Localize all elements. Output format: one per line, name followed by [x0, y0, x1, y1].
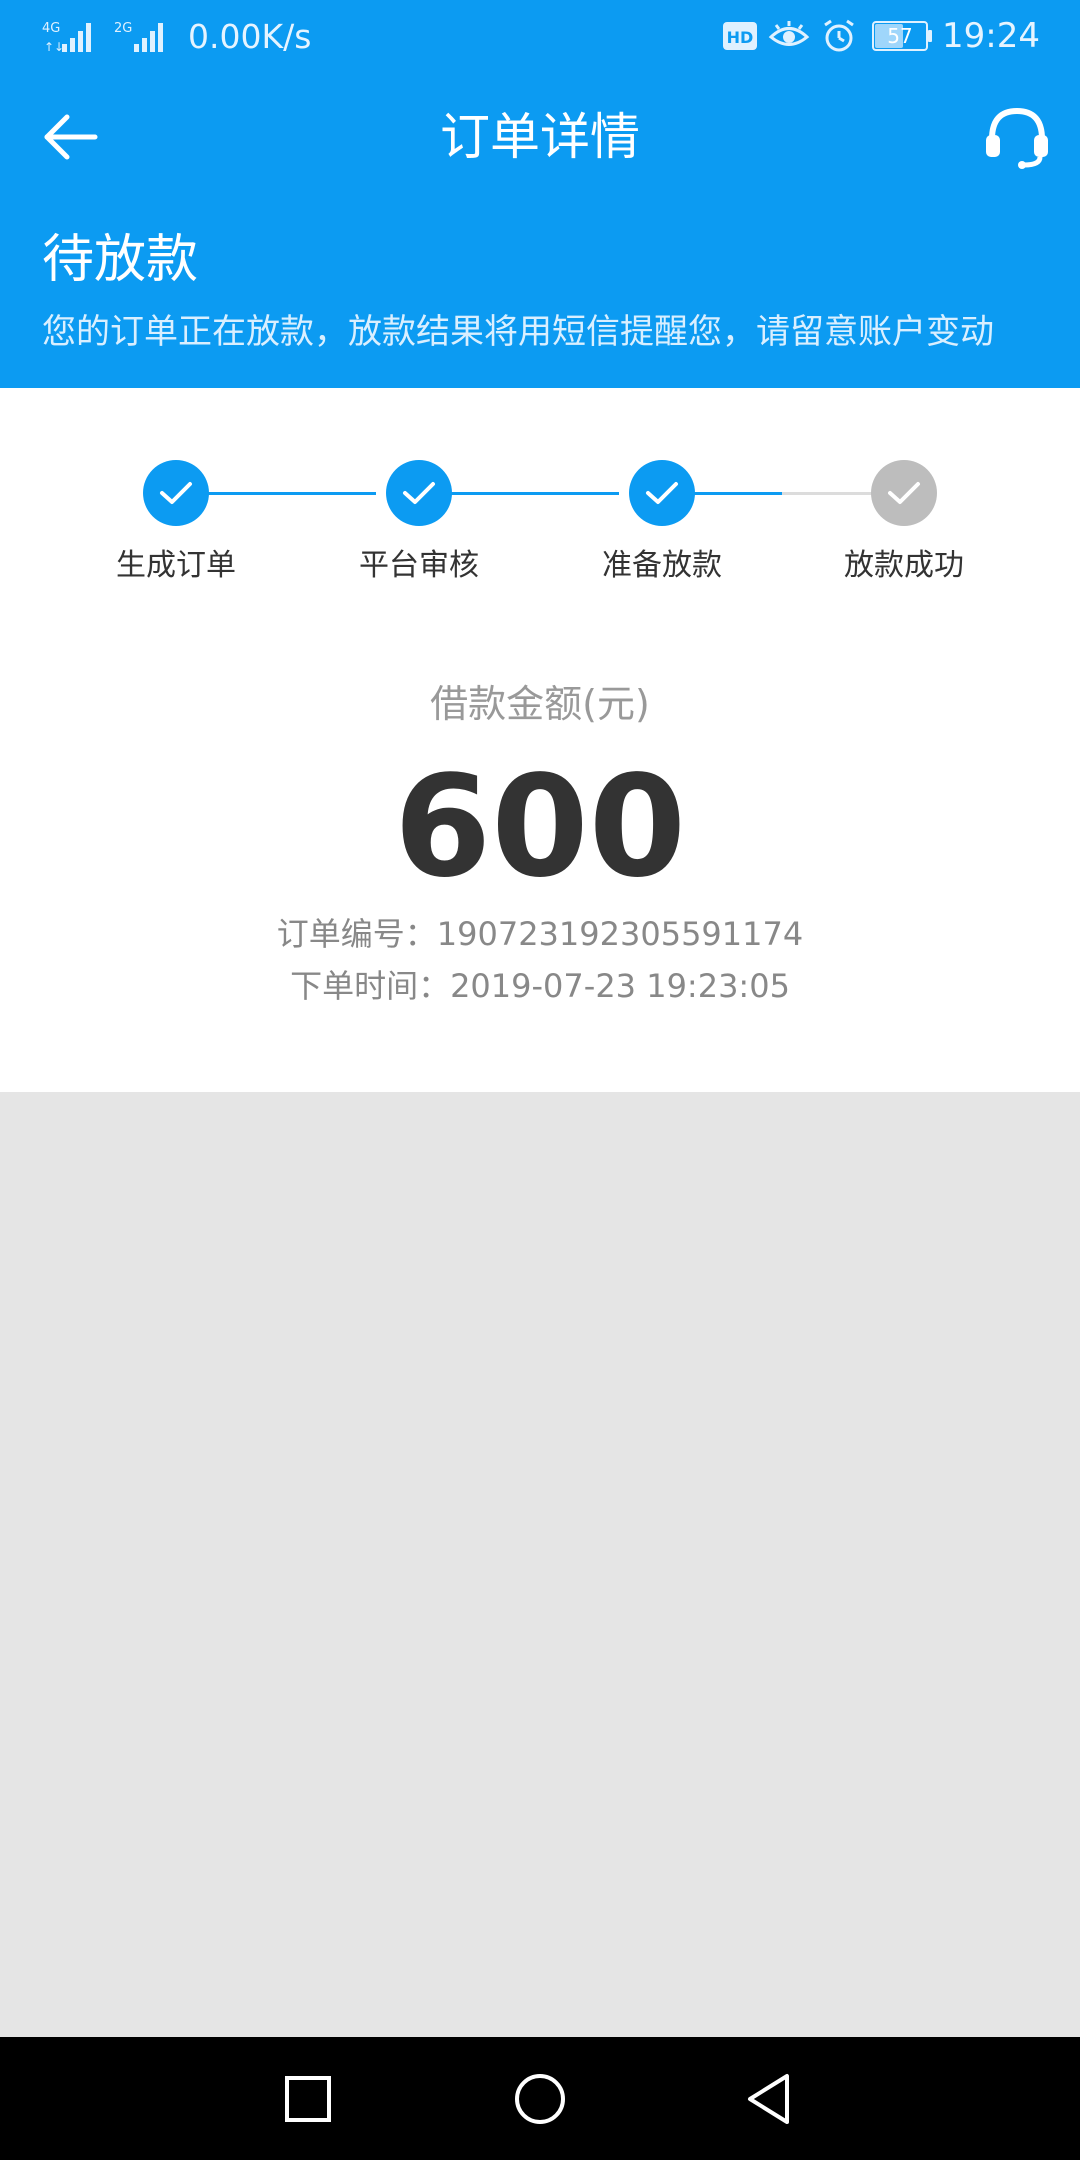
home-circle-icon — [515, 2074, 565, 2124]
loan-amount-label: 借款金额(元) — [430, 682, 650, 726]
customer-service-button[interactable] — [978, 98, 1056, 176]
status-right: HD 57 19:24 — [722, 0, 1040, 72]
signal-4g-icon: 4G ↑↓ — [42, 21, 91, 54]
battery-level: 57 — [887, 24, 913, 48]
step-done-indicator — [629, 460, 695, 526]
step-done-indicator — [143, 460, 209, 526]
svg-text:HD: HD — [727, 28, 754, 47]
order-status-title: 待放款 — [42, 230, 199, 290]
recents-button[interactable] — [266, 2057, 350, 2141]
loan-amount-value: 600 — [393, 746, 687, 909]
net-speed: 0.00K/s — [188, 16, 312, 56]
home-button[interactable] — [498, 2057, 582, 2141]
check-icon — [888, 482, 920, 504]
back-triangle-icon — [748, 2074, 789, 2124]
check-icon — [160, 482, 192, 504]
recents-square-icon — [285, 2076, 331, 2122]
step-disbursement-success: 放款成功 — [794, 460, 1014, 588]
svg-text:2G: 2G — [114, 21, 132, 36]
page-title: 订单详情 — [440, 108, 640, 166]
progress-stepper: 生成订单 平台审核 准备放款 放款成功 — [0, 388, 1080, 618]
step-create-order: 生成订单 — [66, 460, 286, 588]
check-icon — [646, 482, 678, 504]
step-label: 准备放款 — [602, 548, 722, 583]
status-bar: 4G ↑↓ 2G 0.00K/s HD 57 19:24 — [0, 0, 1080, 72]
order-card: 生成订单 平台审核 准备放款 放款成功 借款金额(元) 600 订单编号：190… — [0, 388, 1080, 1092]
battery-icon: 57 — [872, 21, 933, 51]
check-icon — [403, 482, 435, 504]
step-label: 平台审核 — [359, 548, 479, 583]
svg-text:↑↓: ↑↓ — [44, 40, 64, 54]
signal-2g-icon: 2G — [114, 21, 163, 52]
svg-text:4G: 4G — [42, 21, 60, 36]
step-pending-indicator — [871, 460, 937, 526]
eye-icon — [768, 21, 810, 46]
system-back-button[interactable] — [727, 2057, 811, 2141]
order-number: 订单编号：190723192305591174 — [276, 915, 804, 953]
app-bar: 订单详情 — [0, 72, 1080, 202]
order-status-header: 待放款 您的订单正在放款，放款结果将用短信提醒您，请留意账户变动 — [0, 202, 1080, 388]
step-prepare-disbursement: 准备放款 — [552, 460, 772, 588]
step-label: 生成订单 — [116, 548, 236, 583]
system-nav-bar — [0, 2037, 1080, 2160]
order-time: 下单时间：2019-07-23 19:23:05 — [290, 967, 790, 1005]
step-done-indicator — [386, 460, 452, 526]
status-left: 4G ↑↓ 2G 0.00K/s — [42, 0, 311, 72]
clock: 19:24 — [942, 16, 1040, 56]
alarm-icon — [824, 19, 854, 52]
order-status-description: 您的订单正在放款，放款结果将用短信提醒您，请留意账户变动 — [42, 312, 994, 352]
step-label: 放款成功 — [844, 548, 964, 583]
hd-icon: HD — [723, 22, 758, 50]
step-platform-review: 平台审核 — [309, 460, 529, 588]
headset-icon — [986, 107, 1048, 169]
